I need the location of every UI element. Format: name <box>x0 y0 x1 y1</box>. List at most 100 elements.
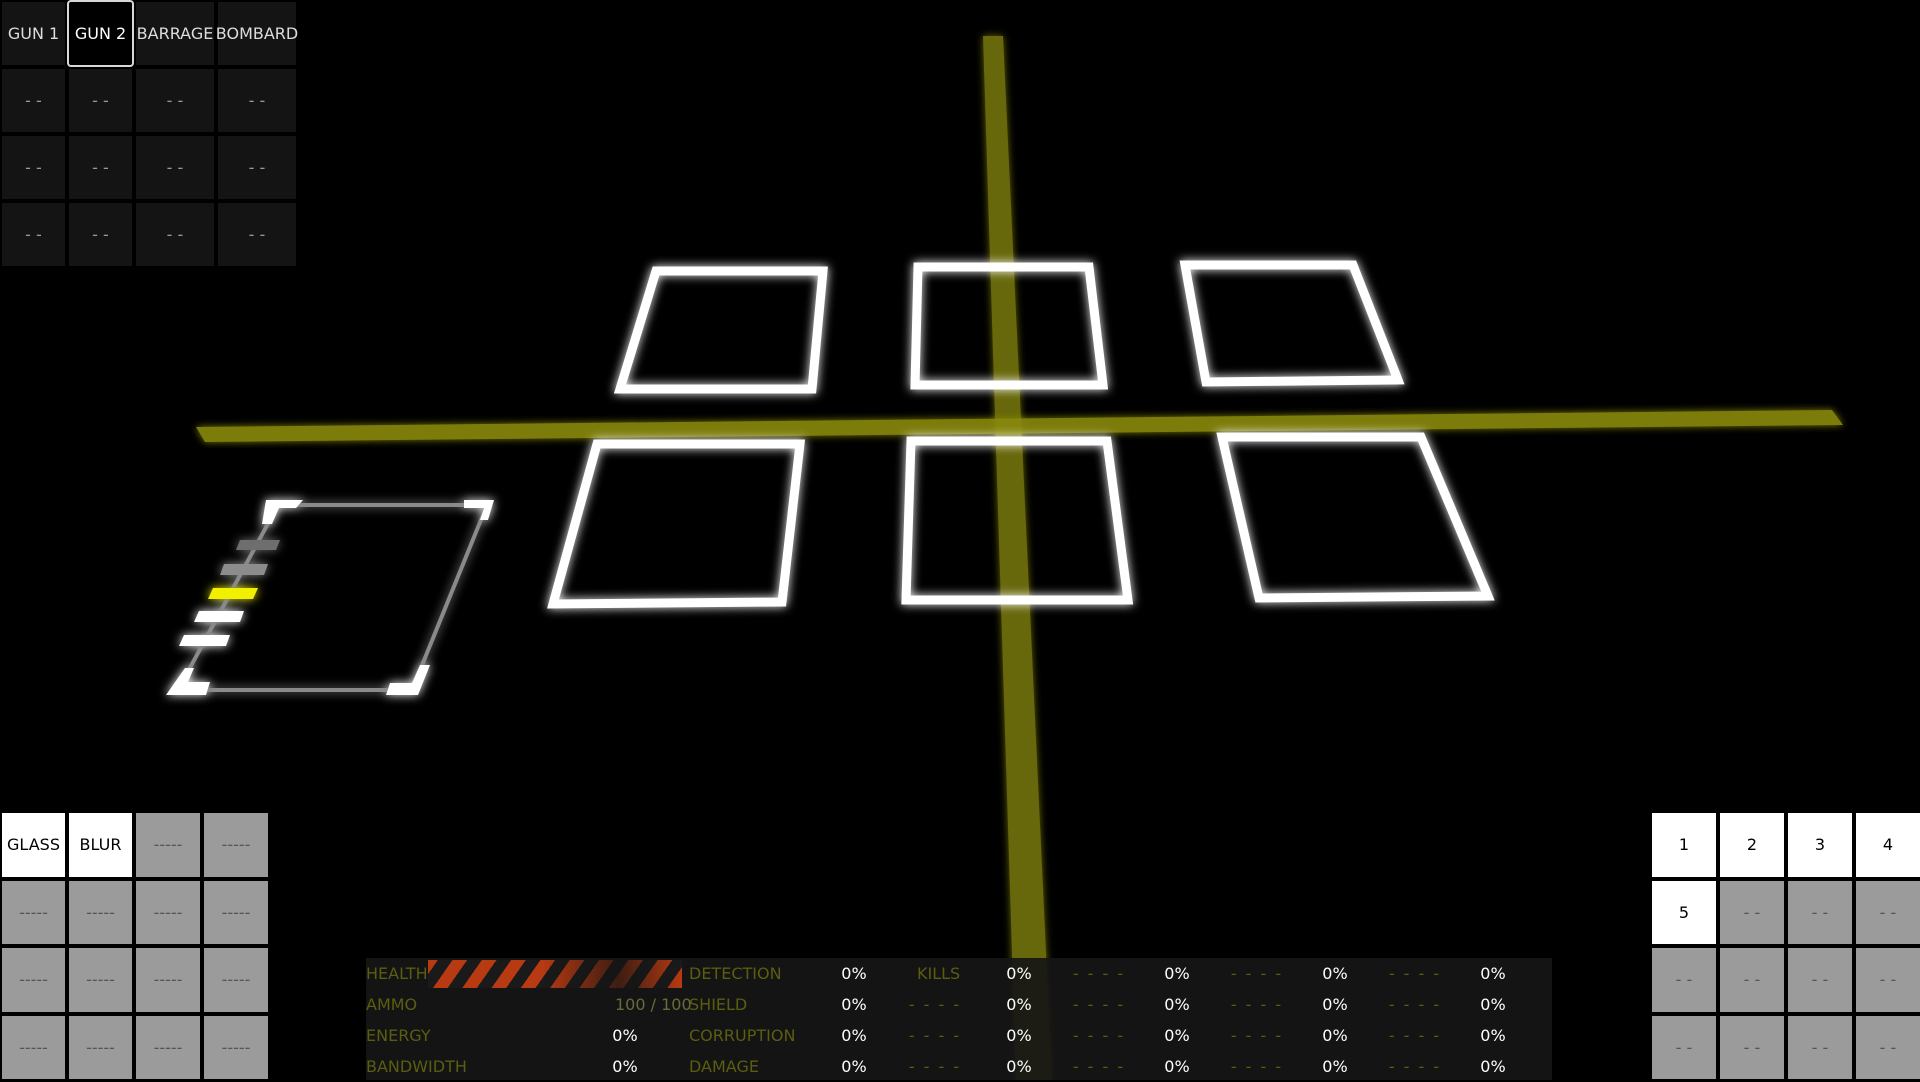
slot-button-2[interactable]: 2 <box>1718 811 1786 879</box>
grid-tile <box>613 266 828 394</box>
ammo-value: 100 / 100 <box>615 995 692 1014</box>
stat-value: 0% <box>1322 1026 1348 1045</box>
stat-label: DAMAGE <box>689 1057 759 1076</box>
slot-empty[interactable]: - - <box>1786 946 1854 1014</box>
stat-value: 0% <box>841 1057 867 1076</box>
stat-value: 0% <box>1480 964 1506 983</box>
slot-empty[interactable]: - - <box>1718 946 1786 1014</box>
slot-panel: 1 2 3 4 5 - - - - - - - - - - - - - - - … <box>1650 811 1920 1081</box>
ammo-label: AMMO <box>366 995 418 1014</box>
stat-label: KILLS <box>917 964 961 983</box>
energy-label: ENERGY <box>366 1026 431 1045</box>
slot-button-4[interactable]: 4 <box>1854 811 1920 879</box>
fx-slot[interactable]: ----- <box>67 1013 134 1081</box>
energy-value: 0% <box>612 1026 638 1045</box>
stat-label: CORRUPTION <box>689 1026 796 1045</box>
weapon-slot[interactable]: - - <box>67 134 134 201</box>
stat-label: - - - - <box>1230 1026 1284 1045</box>
stat-label: DETECTION <box>689 964 782 983</box>
fx-panel: GLASS BLUR ----- ----- ----- ----- -----… <box>0 811 270 1081</box>
stat-label: - - - - <box>1230 1057 1284 1076</box>
bandwidth-label: BANDWIDTH <box>366 1057 467 1076</box>
slot-empty[interactable]: - - <box>1854 1013 1920 1081</box>
stats-row: ENERGY 0% CORRUPTION 0% - - - - 0% - - -… <box>366 1020 1552 1051</box>
fx-slot[interactable]: ----- <box>134 878 202 946</box>
fx-slot[interactable]: ----- <box>0 878 67 946</box>
slot-button-1[interactable]: 1 <box>1650 811 1718 879</box>
fx-slot[interactable]: ----- <box>0 946 67 1014</box>
slot-empty[interactable]: - - <box>1786 878 1854 946</box>
stat-value: 0% <box>841 964 867 983</box>
stat-label: - - - - <box>1388 1026 1442 1045</box>
stat-value: 0% <box>1006 995 1032 1014</box>
weapon-slot[interactable]: - - <box>216 201 298 268</box>
fx-slot[interactable]: ----- <box>202 946 270 1014</box>
stat-label: - - - - <box>1388 995 1442 1014</box>
vertical-axis-beam <box>983 36 1052 1080</box>
fx-slot[interactable]: ----- <box>134 1013 202 1081</box>
stat-value: 0% <box>1480 1057 1506 1076</box>
fx-blur-button[interactable]: BLUR <box>67 811 134 879</box>
weapon-slot[interactable]: - - <box>134 134 216 201</box>
weapon-panel: GUN 1 GUN 2 BARRAGE BOMBARD - - - - - - … <box>0 0 298 268</box>
stat-value: 0% <box>841 995 867 1014</box>
health-label: HEALTH <box>366 964 428 983</box>
tab-gun-2[interactable]: GUN 2 <box>67 0 134 67</box>
stat-value: 0% <box>1164 1026 1190 1045</box>
stat-label: - - - - <box>1072 964 1126 983</box>
stat-label: - - - - <box>1072 995 1126 1014</box>
stat-value: 0% <box>1322 995 1348 1014</box>
slot-empty[interactable]: - - <box>1650 946 1718 1014</box>
stat-label: - - - - <box>908 995 962 1014</box>
slot-button-3[interactable]: 3 <box>1786 811 1854 879</box>
weapon-slot[interactable]: - - <box>0 67 67 134</box>
fx-slot[interactable]: ----- <box>67 946 134 1014</box>
stat-value: 0% <box>1164 995 1190 1014</box>
stat-label: - - - - <box>1388 1057 1442 1076</box>
grid-tile <box>1216 432 1495 603</box>
stat-value: 0% <box>1006 1026 1032 1045</box>
fx-slot[interactable]: ----- <box>134 811 202 879</box>
stat-label: - - - - <box>1388 964 1442 983</box>
stat-value: 0% <box>1006 964 1032 983</box>
fx-slot[interactable]: ----- <box>67 878 134 946</box>
weapon-slot[interactable]: - - <box>134 201 216 268</box>
stats-row: BANDWIDTH 0% DAMAGE 0% - - - - 0% - - - … <box>366 1051 1552 1082</box>
weapon-slot[interactable]: - - <box>67 67 134 134</box>
grid-tile <box>547 439 806 609</box>
slot-button-5[interactable]: 5 <box>1650 878 1718 946</box>
fx-glass-button[interactable]: GLASS <box>0 811 67 879</box>
grid-tile <box>1179 260 1405 387</box>
stat-value: 0% <box>1480 1026 1506 1045</box>
weapon-slot[interactable]: - - <box>134 67 216 134</box>
tab-bombard[interactable]: BOMBARD <box>216 0 298 67</box>
weapon-slot[interactable]: - - <box>216 67 298 134</box>
weapon-slot[interactable]: - - <box>0 201 67 268</box>
slot-empty[interactable]: - - <box>1786 1013 1854 1081</box>
slot-empty[interactable]: - - <box>1718 1013 1786 1081</box>
stats-panel: HEALTH DETECTION 0% KILLS 0% - - - - 0% … <box>366 958 1552 1080</box>
stat-value: 0% <box>1480 995 1506 1014</box>
weapon-slot[interactable]: - - <box>216 134 298 201</box>
fx-slot[interactable]: ----- <box>202 878 270 946</box>
stat-label: - - - - <box>1230 995 1284 1014</box>
fx-slot[interactable]: ----- <box>202 811 270 879</box>
slot-empty[interactable]: - - <box>1854 878 1920 946</box>
weapon-slot[interactable]: - - <box>67 201 134 268</box>
bandwidth-value: 0% <box>612 1057 638 1076</box>
tab-gun-1[interactable]: GUN 1 <box>0 0 67 67</box>
fx-slot[interactable]: ----- <box>0 1013 67 1081</box>
tab-barrage[interactable]: BARRAGE <box>134 0 216 67</box>
stats-row: AMMO 100 / 100 SHIELD 0% - - - - 0% - - … <box>366 989 1552 1020</box>
slot-empty[interactable]: - - <box>1650 1013 1718 1081</box>
stat-label: SHIELD <box>689 995 748 1014</box>
weapon-slot[interactable]: - - <box>0 134 67 201</box>
slot-empty[interactable]: - - <box>1718 878 1786 946</box>
selection-cursor <box>166 500 494 695</box>
stat-value: 0% <box>1006 1057 1032 1076</box>
slot-empty[interactable]: - - <box>1854 946 1920 1014</box>
fx-slot[interactable]: ----- <box>134 946 202 1014</box>
fx-slot[interactable]: ----- <box>202 1013 270 1081</box>
stat-label: - - - - <box>1072 1026 1126 1045</box>
stat-label: - - - - <box>908 1026 962 1045</box>
